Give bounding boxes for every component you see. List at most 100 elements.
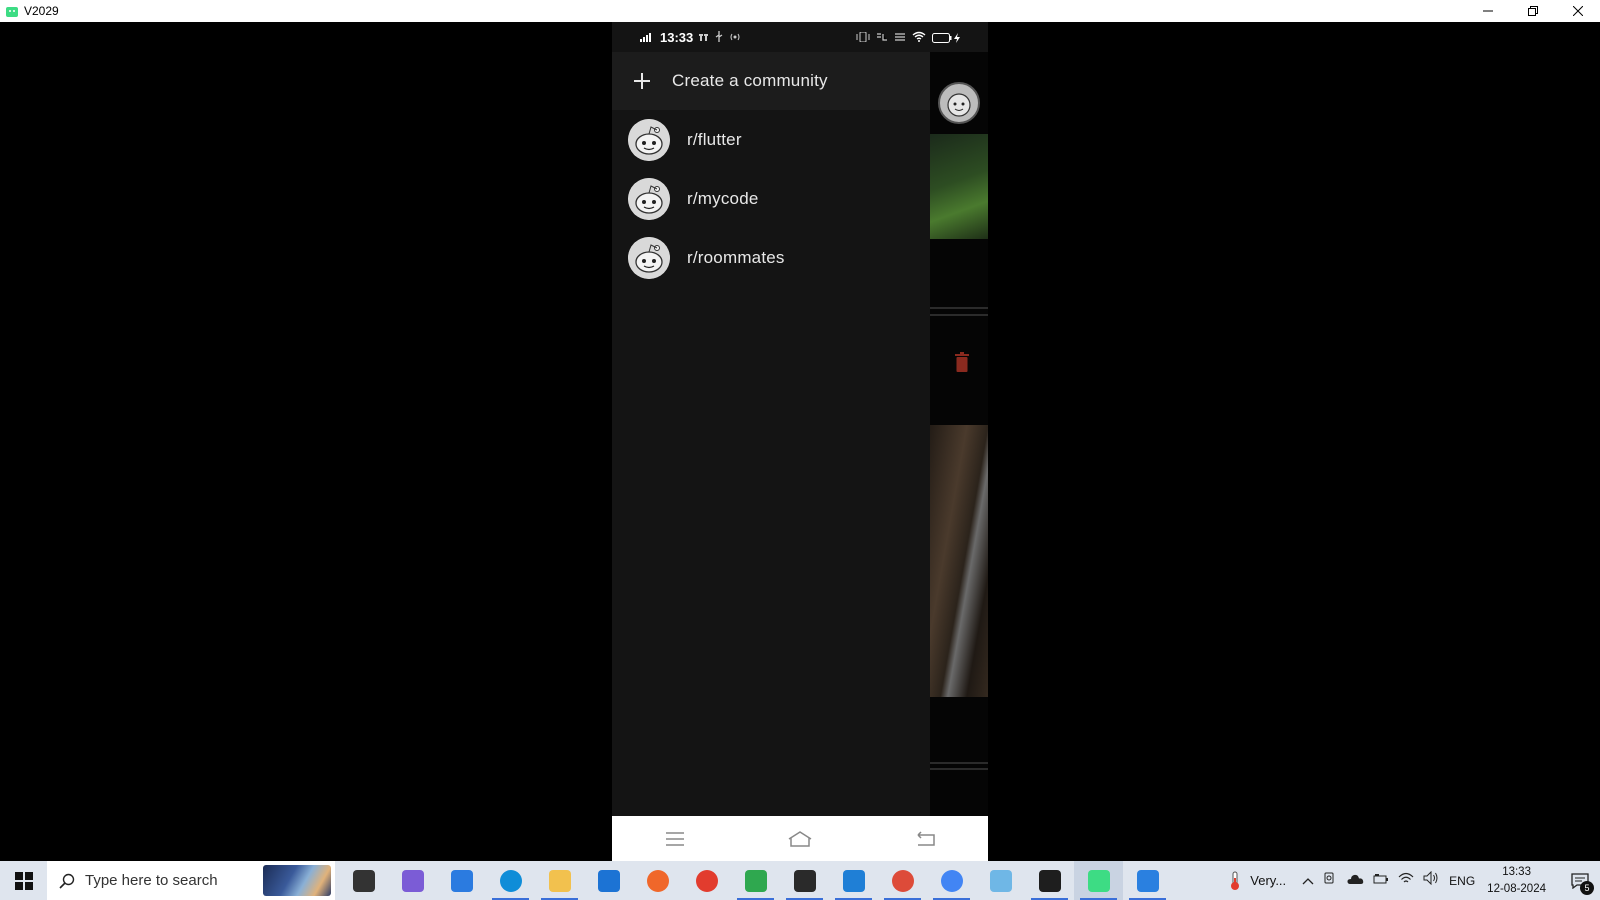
copilot-taskbar-button[interactable] (388, 861, 437, 900)
terminal-icon (1038, 869, 1061, 892)
divider (930, 762, 988, 764)
photos-icon (1136, 869, 1159, 892)
community-list: r/flutter r/mycode r/roommates (612, 110, 930, 287)
community-item-roommates[interactable]: r/roommates (612, 228, 930, 287)
windows-logo-icon (14, 871, 33, 890)
settings-icon (793, 869, 816, 892)
divider (930, 307, 988, 309)
community-avatar (628, 236, 670, 279)
divider (930, 314, 988, 316)
divider (930, 768, 988, 770)
volume-icon[interactable] (1423, 870, 1439, 890)
data-speed-icon (894, 31, 906, 45)
restore-icon (1527, 6, 1538, 16)
chat-app-taskbar-button[interactable] (731, 861, 780, 900)
usb-icon (715, 30, 723, 45)
onedrive-icon[interactable] (1346, 872, 1364, 890)
taskbar-search[interactable]: Type here to search (47, 861, 335, 900)
volte-icon (876, 31, 888, 45)
search-highlight-image (263, 865, 331, 896)
profile-avatar[interactable] (938, 82, 980, 124)
mail-icon (597, 869, 620, 892)
microsoft-store-icon (450, 869, 473, 892)
community-item-flutter[interactable]: r/flutter (612, 110, 930, 169)
start-button[interactable] (0, 861, 47, 900)
chrome-profile-taskbar-button[interactable] (927, 861, 976, 900)
android-emulator-icon (1087, 869, 1110, 892)
window-title-bar: V2029 (0, 0, 1600, 22)
language-indicator[interactable]: ENG (1449, 874, 1475, 888)
minimize-button[interactable] (1465, 0, 1510, 22)
community-label: r/roommates (687, 247, 785, 267)
wps-office-taskbar-button[interactable] (682, 861, 731, 900)
notepad-icon (989, 869, 1012, 892)
microsoft-store-taskbar-button[interactable] (437, 861, 486, 900)
delete-icon[interactable] (954, 352, 970, 377)
chat-app-icon (744, 869, 767, 892)
network-icon (699, 31, 709, 45)
firefox-taskbar-button[interactable] (633, 861, 682, 900)
chevron-up-icon[interactable] (1302, 872, 1314, 890)
network-tray-icon[interactable] (1398, 871, 1414, 890)
copilot-icon (401, 869, 424, 892)
background-feed (930, 52, 988, 828)
file-explorer-taskbar-button[interactable] (535, 861, 584, 900)
edge-icon (499, 869, 522, 892)
photos-taskbar-button[interactable] (1123, 861, 1172, 900)
plus-icon (632, 71, 652, 91)
task-view-taskbar-button[interactable] (339, 861, 388, 900)
taskbar-clock[interactable]: 13:33 12-08-2024 (1487, 864, 1546, 898)
create-community-button[interactable]: Create a community (612, 52, 930, 110)
windows-taskbar: Type here to search Very... ENG 13:33 12… (0, 861, 1600, 900)
notification-count: 5 (1580, 881, 1594, 895)
hotspot-icon (729, 31, 741, 45)
battery-tray-icon[interactable] (1373, 872, 1389, 890)
system-tray: Very... ENG 13:33 12-08-2024 5 (1228, 861, 1600, 900)
vscode-icon (842, 869, 865, 892)
firefox-icon (646, 869, 669, 892)
search-placeholder: Type here to search (85, 872, 218, 889)
community-avatar (628, 177, 670, 220)
chrome-taskbar-button[interactable] (878, 861, 927, 900)
battery-icon: 7 (932, 33, 960, 43)
android-nav-bar (612, 816, 988, 861)
community-item-mycode[interactable]: r/mycode (612, 169, 930, 228)
clock-date: 12-08-2024 (1487, 882, 1546, 895)
vscode-taskbar-button[interactable] (829, 861, 878, 900)
file-explorer-icon (548, 869, 571, 892)
wps-office-icon (695, 869, 718, 892)
window-controls (1465, 0, 1600, 22)
terminal-taskbar-button[interactable] (1025, 861, 1074, 900)
chrome-icon (891, 869, 914, 892)
close-button[interactable] (1555, 0, 1600, 22)
vibrate-icon (856, 31, 870, 45)
menu-button[interactable] (655, 824, 695, 854)
create-community-label: Create a community (672, 71, 828, 90)
wifi-icon (912, 31, 926, 45)
back-icon (917, 830, 936, 846)
home-button[interactable] (780, 824, 820, 854)
restore-button[interactable] (1510, 0, 1555, 22)
chrome-profile-icon (940, 869, 963, 892)
home-icon (788, 830, 812, 847)
close-icon (1572, 6, 1583, 16)
community-avatar (628, 118, 670, 161)
edge-taskbar-button[interactable] (486, 861, 535, 900)
status-time: 13:33 (660, 30, 694, 45)
notification-center-button[interactable]: 5 (1560, 861, 1600, 900)
pinned-apps (339, 861, 1172, 900)
meet-now-icon[interactable] (1323, 871, 1337, 890)
menu-icon (665, 831, 684, 846)
task-view-icon (352, 869, 375, 892)
notepad-taskbar-button[interactable] (976, 861, 1025, 900)
weather-widget[interactable]: Very... (1228, 871, 1286, 891)
post-image[interactable] (930, 134, 988, 239)
status-bar: 13:33 7 (612, 22, 988, 52)
post-image[interactable] (930, 425, 988, 697)
mail-taskbar-button[interactable] (584, 861, 633, 900)
signal-icon (640, 31, 654, 45)
settings-taskbar-button[interactable] (780, 861, 829, 900)
charging-icon (954, 33, 960, 43)
android-emulator-taskbar-button[interactable] (1074, 861, 1123, 900)
back-button[interactable] (905, 824, 945, 854)
